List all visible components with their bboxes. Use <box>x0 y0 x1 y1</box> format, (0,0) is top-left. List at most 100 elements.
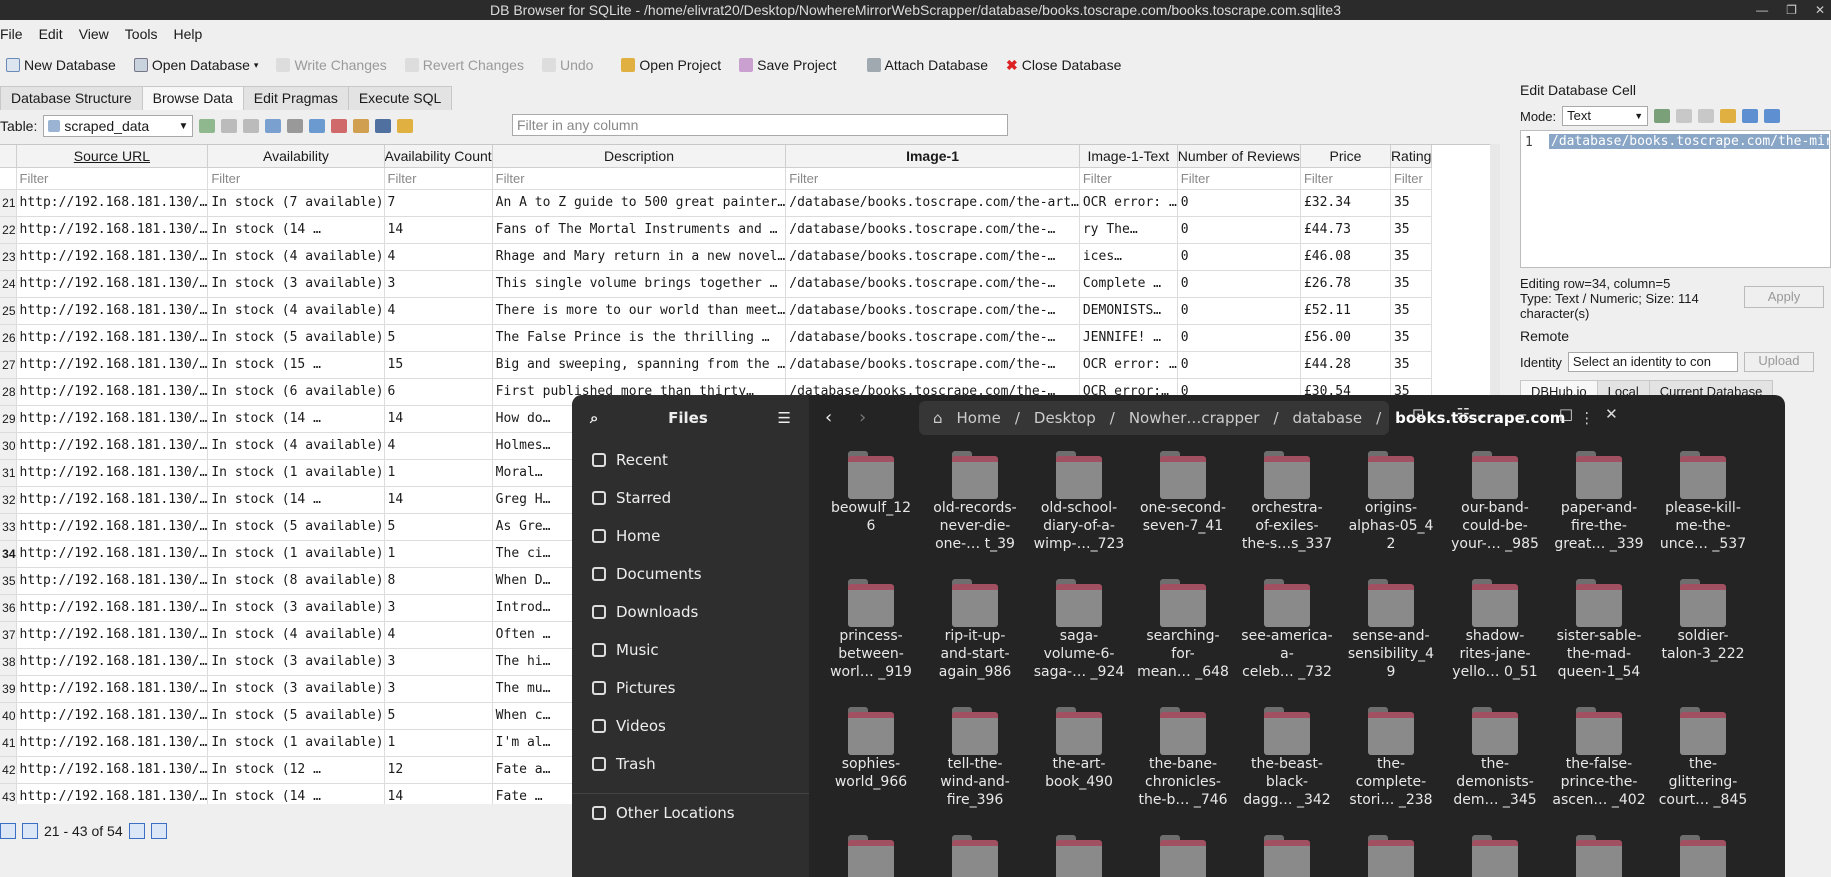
table-cell[interactable]: Rhage and Mary return in a new novel… <box>492 243 787 271</box>
insert-record-icon[interactable] <box>309 119 326 133</box>
cell-editor[interactable]: 1 /database/books.toscrape.com/the-mir <box>1520 130 1831 268</box>
export-icon[interactable] <box>1742 109 1759 123</box>
folder-item[interactable] <box>1029 835 1129 877</box>
table-cell[interactable]: £52.11 <box>1300 297 1391 325</box>
open-project-button[interactable]: Open Project <box>621 57 721 73</box>
table-cell[interactable]: 3 <box>384 594 493 622</box>
table-cell[interactable]: 5 <box>384 702 493 730</box>
print-icon[interactable] <box>287 119 304 133</box>
apply-button[interactable]: Apply <box>1744 286 1824 308</box>
close-icon[interactable]: ✕ <box>1815 0 1825 20</box>
write-changes-button[interactable]: Write Changes <box>276 57 387 73</box>
table-row[interactable]: 23 http://192.168.181.130/… In stock (4 av… <box>0 243 1433 271</box>
table-cell[interactable]: /database/books.toscrape.com/the-art… <box>785 189 1080 217</box>
column-header[interactable]: Image-1-Text <box>1079 145 1178 168</box>
table-cell[interactable]: 0 <box>1177 324 1301 352</box>
table-cell[interactable]: In stock (4 available) <box>207 621 385 649</box>
folder-item[interactable] <box>1653 835 1753 877</box>
upload-button[interactable]: Upload <box>1743 352 1814 372</box>
list-view-icon[interactable]: ☷ ⌄ <box>1457 405 1488 423</box>
path-home[interactable]: Home <box>957 409 1001 427</box>
font-icon[interactable] <box>353 119 370 133</box>
folder-item[interactable]: the-bane-chronicles-the-b… _746 <box>1133 707 1233 809</box>
folder-item[interactable]: paper-and-fire-the-great… _339 <box>1549 451 1649 553</box>
column-header[interactable]: Image-1 <box>785 145 1080 168</box>
table-cell[interactable]: ices… <box>1079 243 1178 271</box>
table-cell[interactable]: http://192.168.181.130/… <box>16 783 209 804</box>
previous-record-icon[interactable] <box>22 823 38 839</box>
sidebar-item-recent[interactable]: Recent <box>572 441 809 479</box>
word-wrap-icon[interactable] <box>1676 109 1693 123</box>
mode-select[interactable]: Text ▼ <box>1562 106 1649 126</box>
table-cell[interactable]: http://192.168.181.130/… <box>16 648 209 676</box>
last-record-icon[interactable] <box>150 823 167 839</box>
table-row[interactable]: 21 http://192.168.181.130/… In stock (7 av… <box>0 189 1433 217</box>
sidebar-item-pictures[interactable]: Pictures <box>572 669 809 707</box>
column-header[interactable]: Source URL <box>16 145 209 168</box>
table-cell[interactable]: 1 <box>384 540 493 568</box>
table-cell[interactable]: 1 <box>384 459 493 487</box>
revert-changes-button[interactable]: Revert Changes <box>404 57 524 73</box>
column-filter-input[interactable]: Filter <box>1079 167 1178 190</box>
table-row[interactable]: 25 http://192.168.181.130/… In stock (4 av… <box>0 297 1433 325</box>
folder-item[interactable]: the-glittering-court… _845 <box>1653 707 1753 809</box>
import-icon[interactable] <box>1720 109 1737 123</box>
table-cell[interactable]: OCR error: … <box>1079 351 1178 379</box>
table-cell[interactable]: £32.34 <box>1300 189 1391 217</box>
table-cell[interactable]: 15 <box>384 351 493 379</box>
close-icon[interactable]: ✕ <box>1605 405 1618 423</box>
sidebar-item-music[interactable]: Music <box>572 631 809 669</box>
folder-item[interactable]: the-demonists-dem… _345 <box>1445 707 1545 809</box>
next-record-icon[interactable] <box>128 823 145 839</box>
folder-item[interactable]: the-art-book_490 <box>1029 707 1129 791</box>
table-cell[interactable]: 35 <box>1390 189 1433 217</box>
table-cell[interactable]: http://192.168.181.130/… <box>16 270 209 298</box>
folder-item[interactable]: searching-for-mean… _648 <box>1133 579 1233 681</box>
table-cell[interactable]: 14 <box>384 486 493 514</box>
table-cell[interactable]: 0 <box>1177 351 1301 379</box>
table-cell[interactable]: 12 <box>384 756 493 784</box>
table-cell[interactable]: http://192.168.181.130/… <box>16 243 209 271</box>
table-cell[interactable]: In stock (14 … <box>207 783 385 804</box>
table-cell[interactable]: In stock (1 available) <box>207 540 385 568</box>
column-filter-input[interactable]: Filter <box>492 167 787 190</box>
table-cell[interactable]: 4 <box>384 297 493 325</box>
table-cell[interactable]: http://192.168.181.130/… <box>16 324 209 352</box>
table-cell[interactable]: In stock (3 available) <box>207 648 385 676</box>
auto-format-icon[interactable] <box>1654 109 1671 123</box>
maximize-icon[interactable]: □ <box>1559 405 1573 423</box>
folder-item[interactable]: the-false-prince-the-ascen… _402 <box>1549 707 1649 809</box>
table-cell[interactable]: JENNIFE! … <box>1079 324 1178 352</box>
close-database-button[interactable]: ✖ Close Database <box>1006 57 1121 74</box>
folder-item[interactable]: the-complete-stori… _238 <box>1341 707 1441 809</box>
table-cell[interactable]: In stock (3 available) <box>207 675 385 703</box>
table-cell[interactable]: 5 <box>384 324 493 352</box>
column-filter-input[interactable]: Filter <box>785 167 1080 190</box>
table-cell[interactable]: 3 <box>384 648 493 676</box>
table-cell[interactable]: In stock (1 available) <box>207 459 385 487</box>
find-icon[interactable] <box>397 119 414 133</box>
table-cell[interactable]: This single volume brings together … <box>492 270 787 298</box>
table-cell[interactable]: http://192.168.181.130/… <box>16 378 209 406</box>
restore-icon[interactable]: ❐ <box>1786 0 1797 20</box>
table-cell[interactable]: 35 <box>1390 270 1433 298</box>
table-row[interactable]: 27 http://192.168.181.130/… In stock (15 …… <box>0 351 1433 379</box>
table-cell[interactable]: In stock (14 … <box>207 405 385 433</box>
table-cell[interactable]: 3 <box>384 675 493 703</box>
folder-item[interactable]: one-second-seven-7_41 <box>1133 451 1233 535</box>
table-cell[interactable]: ry The… <box>1079 216 1178 244</box>
table-cell[interactable]: http://192.168.181.130/… <box>16 351 209 379</box>
table-cell[interactable]: http://192.168.181.130/… <box>16 621 209 649</box>
cell-content[interactable]: /database/books.toscrape.com/the-mir <box>1549 134 1829 149</box>
table-cell[interactable]: In stock (8 available) <box>207 567 385 595</box>
table-cell[interactable]: £56.00 <box>1300 324 1391 352</box>
column-header[interactable]: Rating <box>1390 145 1433 168</box>
table-cell[interactable]: 6 <box>384 378 493 406</box>
folder-item[interactable] <box>1445 835 1545 877</box>
table-cell[interactable]: http://192.168.181.130/… <box>16 297 209 325</box>
view-icon[interactable]: ⊡ <box>1412 405 1425 423</box>
folder-item[interactable] <box>1133 835 1233 877</box>
path-project[interactable]: Nowher…crapper <box>1129 409 1260 427</box>
menu-tools[interactable]: Tools <box>125 24 158 46</box>
folder-item[interactable]: orchestra-of-exiles-the-s…s_337 <box>1237 451 1337 553</box>
